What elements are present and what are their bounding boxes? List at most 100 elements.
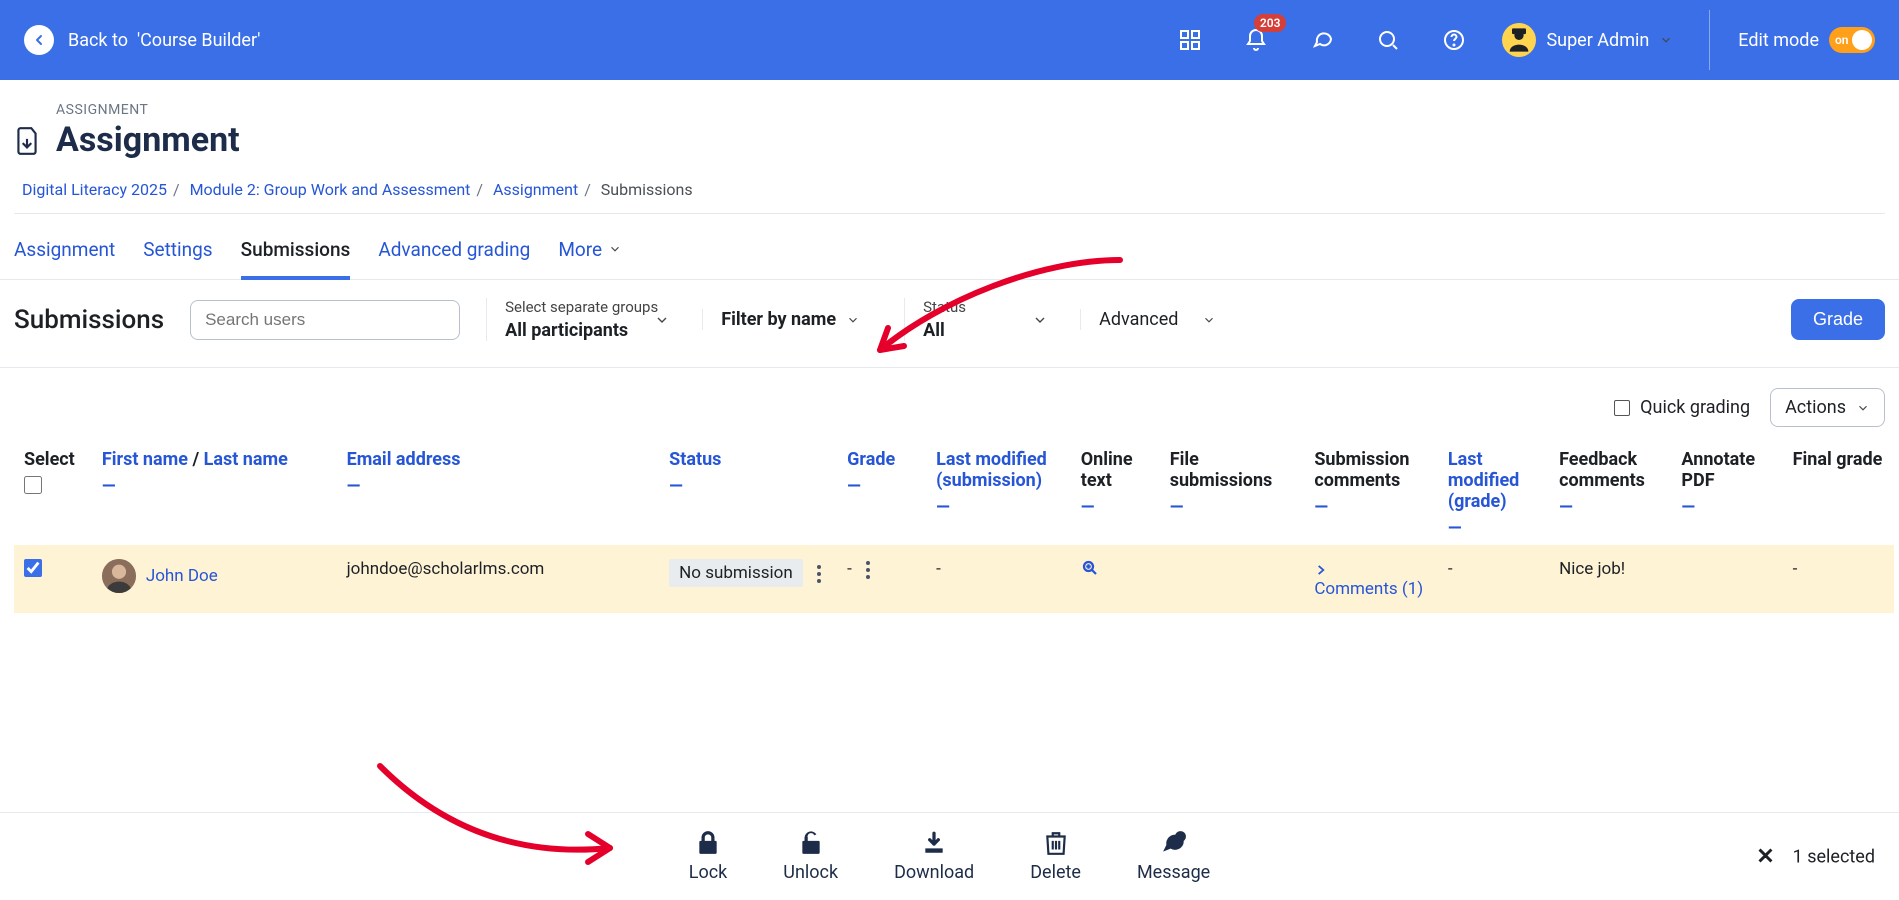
col-lm-grade: Last modified (grade) —	[1438, 439, 1549, 545]
edit-mode-label: Edit mode	[1738, 30, 1819, 51]
unlock-action[interactable]: Unlock	[783, 830, 838, 883]
collapse-icon[interactable]: —	[1081, 497, 1150, 518]
chevron-down-icon	[1659, 33, 1673, 47]
advanced-filter[interactable]: Advanced	[1080, 309, 1234, 330]
tab-submissions[interactable]: Submissions	[241, 232, 351, 279]
col-status: Status —	[659, 439, 837, 545]
close-icon[interactable]: ✕	[1756, 844, 1774, 869]
col-final: Final grade	[1783, 439, 1894, 545]
topbar-icon-group: 203	[1178, 28, 1466, 52]
search-icon[interactable]	[1376, 28, 1400, 52]
cell-online-text	[1071, 545, 1160, 613]
tab-bar: Assignment Settings Submissions Advanced…	[0, 214, 1899, 280]
collapse-icon[interactable]: —	[847, 476, 916, 497]
cell-lm-grade: -	[1438, 545, 1549, 613]
divider	[1709, 10, 1710, 70]
col-file-sub: File submissions —	[1160, 439, 1305, 545]
col-select: Select	[14, 439, 92, 545]
chevron-down-icon	[608, 242, 622, 256]
sort-lm-grade[interactable]: Last modified (grade)	[1448, 449, 1519, 512]
status-filter[interactable]: Status All	[904, 298, 1054, 341]
section-title: Submissions	[14, 305, 164, 335]
user-menu[interactable]: Super Admin	[1502, 23, 1673, 57]
collapse-icon[interactable]: —	[1448, 518, 1539, 539]
trash-icon	[1043, 830, 1069, 856]
lock-action[interactable]: Lock	[689, 830, 728, 883]
chat-icon[interactable]	[1310, 28, 1334, 52]
select-all-checkbox[interactable]	[24, 476, 42, 494]
bell-icon[interactable]: 203	[1244, 28, 1268, 52]
comments-link[interactable]: Comments (1)	[1314, 559, 1423, 599]
notification-badge: 203	[1254, 14, 1287, 32]
zoom-icon[interactable]	[1081, 561, 1099, 582]
submissions-table-wrap: Select First name / Last name — Email ad…	[0, 439, 1899, 613]
sort-grade[interactable]: Grade	[847, 449, 895, 470]
quick-grading-checkbox[interactable]: Quick grading	[1614, 397, 1750, 418]
breadcrumb-link[interactable]: Module 2: Group Work and Assessment	[190, 180, 471, 199]
search-input[interactable]	[205, 310, 445, 330]
collapse-icon[interactable]: —	[936, 497, 1061, 518]
col-sub-comments: Submission comments —	[1304, 439, 1437, 545]
top-bar: Back to 'Course Builder' 203 Super Admin…	[0, 0, 1899, 80]
grade-button[interactable]: Grade	[1791, 299, 1885, 340]
group-filter[interactable]: Select separate groups All participants	[486, 298, 676, 341]
col-email: Email address —	[337, 439, 660, 545]
col-grade: Grade —	[837, 439, 926, 545]
cell-file-sub	[1160, 545, 1305, 613]
search-input-wrap	[190, 300, 460, 340]
tab-advanced-grading[interactable]: Advanced grading	[378, 232, 530, 279]
col-feedback: Feedback comments —	[1549, 439, 1671, 545]
back-arrow-icon[interactable]	[24, 25, 54, 55]
collapse-icon[interactable]: —	[1314, 497, 1427, 518]
tab-settings[interactable]: Settings	[143, 232, 212, 279]
sort-status[interactable]: Status	[669, 449, 721, 470]
table-row: John Doe johndoe@scholarlms.com No submi…	[14, 545, 1894, 613]
delete-action[interactable]: Delete	[1030, 830, 1081, 883]
chevron-down-icon	[846, 313, 860, 327]
message-icon	[1161, 830, 1187, 856]
sort-last-name[interactable]: Last name	[204, 449, 288, 470]
page-header: ASSIGNMENT Assignment	[0, 80, 1899, 170]
tab-assignment[interactable]: Assignment	[14, 232, 115, 279]
message-action[interactable]: Message	[1137, 830, 1210, 883]
collapse-icon[interactable]: —	[1681, 497, 1772, 518]
collapse-icon[interactable]: —	[1170, 497, 1295, 518]
help-icon[interactable]	[1442, 28, 1466, 52]
apps-icon[interactable]	[1178, 28, 1202, 52]
sort-lm-sub[interactable]: Last modified (submission)	[936, 449, 1047, 491]
breadcrumb-link[interactable]: Assignment	[493, 180, 578, 199]
name-filter[interactable]: Filter by name	[702, 309, 878, 330]
col-lm-sub: Last modified (submission) —	[926, 439, 1071, 545]
table-header-row: Select First name / Last name — Email ad…	[14, 439, 1894, 545]
user-name-link[interactable]: John Doe	[146, 566, 218, 586]
collapse-icon[interactable]: —	[1559, 497, 1661, 518]
row-checkbox[interactable]	[24, 559, 42, 577]
col-name: First name / Last name —	[92, 439, 337, 545]
cell-email: johndoe@scholarlms.com	[337, 545, 660, 613]
collapse-icon[interactable]: —	[347, 476, 650, 497]
sort-email[interactable]: Email address	[347, 449, 461, 470]
back-text: Back to 'Course Builder'	[68, 30, 260, 51]
actions-dropdown[interactable]: Actions	[1770, 388, 1885, 427]
edit-mode-toggle[interactable]: Edit mode on	[1738, 27, 1875, 53]
cell-grade: -	[837, 545, 926, 613]
cell-status: No submission	[659, 545, 837, 613]
cell-comments: Comments (1)	[1304, 545, 1437, 613]
grade-menu-icon[interactable]	[866, 561, 870, 579]
checkbox-icon	[1614, 400, 1630, 416]
table-toolbar: Quick grading Actions	[0, 368, 1899, 439]
user-name: Super Admin	[1546, 30, 1649, 51]
sort-first-name[interactable]: First name	[102, 449, 188, 470]
download-action[interactable]: Download	[894, 830, 974, 883]
toggle-switch[interactable]: on	[1829, 27, 1875, 53]
tab-more[interactable]: More	[558, 232, 622, 279]
page-title: Assignment	[56, 120, 240, 160]
page-eyebrow: ASSIGNMENT	[56, 102, 240, 118]
collapse-icon[interactable]: —	[669, 476, 827, 497]
cell-lm-sub: -	[926, 545, 1071, 613]
download-icon	[921, 830, 947, 856]
row-menu-icon[interactable]	[817, 565, 821, 583]
breadcrumb-link[interactable]: Digital Literacy 2025	[22, 180, 167, 199]
back-link[interactable]: Back to 'Course Builder'	[24, 25, 260, 55]
collapse-icon[interactable]: —	[102, 476, 327, 497]
